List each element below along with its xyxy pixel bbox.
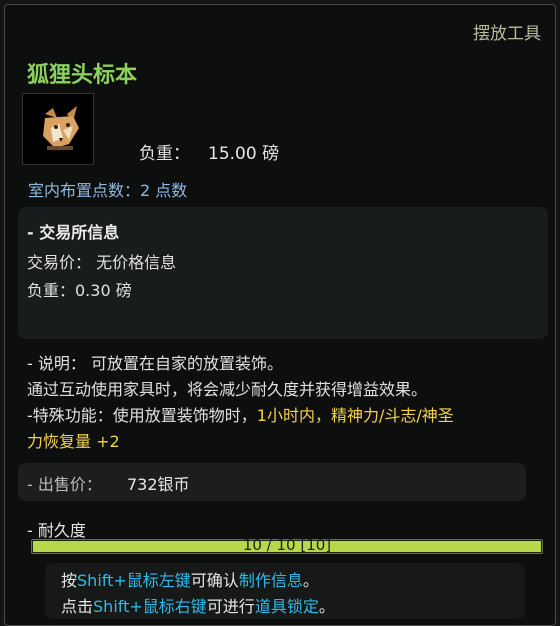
item-lock-link: 道具锁定 xyxy=(254,597,319,616)
shortcut-key: Shift+鼠标右键 xyxy=(93,597,207,616)
buff-effect: 1小时内，精神力/斗志/神圣 xyxy=(256,406,454,425)
durability-bar: 10 / 10 [10] xyxy=(31,536,543,554)
special-function-line: -特殊功能：使用放置装饰物时，1小时内，精神力/斗志/神圣 xyxy=(27,406,454,425)
item-tooltip: 摆放工具 狐狸头标本 负重： 15.00 磅 室内布置点数：2 点数 - 交易所信… xyxy=(4,4,556,626)
item-title: 狐狸头标本 xyxy=(27,63,138,88)
item-description: - 说明： 可放置在自家的放置装饰。 通过互动使用家具时，将会减少耐久度并获得增… xyxy=(27,351,547,455)
fox-head-specimen-icon xyxy=(22,93,94,165)
buff-effect-continued: 力恢复量 +2 xyxy=(27,432,120,451)
description-line: 通过互动使用家具时，将会减少耐久度并获得增益效果。 xyxy=(27,380,428,399)
decoration-points: 室内布置点数：2 点数 xyxy=(28,181,188,200)
sell-price-label: - 出售价： xyxy=(27,475,102,494)
trade-price: 交易价： 无价格信息 xyxy=(27,253,177,272)
item-category: 摆放工具 xyxy=(473,24,541,44)
weight-value: 15.00 磅 xyxy=(208,144,280,164)
description-line: - 说明： 可放置在自家的放置装饰。 xyxy=(27,354,283,373)
trade-weight: 负重：0.30 磅 xyxy=(27,281,132,300)
durability-value: 10 / 10 [10] xyxy=(242,536,332,554)
hint-craft-info: 按Shift+鼠标左键可确认制作信息。 xyxy=(61,571,319,590)
hint-item-lock: 点击Shift+鼠标右键可进行道具锁定。 xyxy=(61,597,335,616)
sell-price-value: 732银币 xyxy=(127,475,190,494)
trade-heading: - 交易所信息 xyxy=(27,223,120,242)
weight-row: 负重： 15.00 磅 xyxy=(139,139,279,164)
weight-label: 负重： xyxy=(139,144,190,164)
craft-info-link: 制作信息 xyxy=(238,571,303,590)
shortcut-key: Shift+鼠标左键 xyxy=(77,571,191,590)
